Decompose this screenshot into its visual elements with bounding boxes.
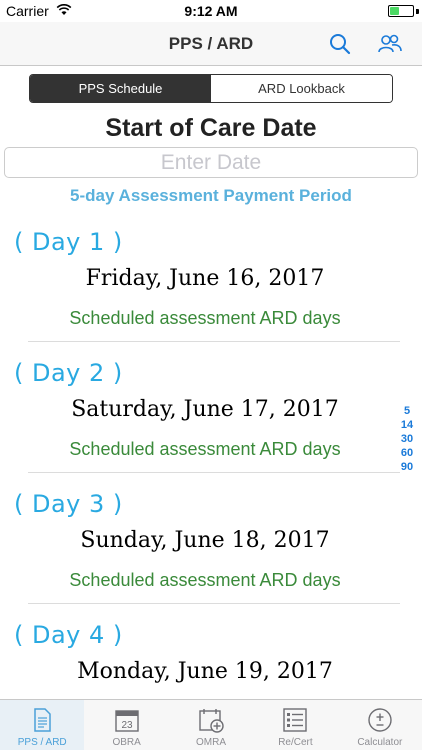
row-divider <box>28 472 400 473</box>
battery-level <box>390 7 399 15</box>
day-row[interactable]: ( Day 1 ) Friday, June 16, 2017 Schedule… <box>0 228 410 360</box>
plus-minus-icon <box>368 708 392 732</box>
day-row[interactable]: ( Day 2 ) Saturday, June 17, 2017 Schedu… <box>0 359 410 491</box>
day-scheduled-note: Scheduled assessment ARD days <box>69 570 341 590</box>
day-date: Monday, June 19, 2017 <box>77 659 333 684</box>
assessment-period-label: 5-day Assessment Payment Period <box>70 186 352 205</box>
segment-ard-lookback[interactable]: ARD Lookback <box>211 75 392 102</box>
people-icon[interactable] <box>376 30 404 58</box>
day-label: ( Day 4 ) <box>14 621 123 649</box>
list-icon <box>283 708 308 732</box>
tab-label: OMRA <box>196 737 227 748</box>
day-label: ( Day 3 ) <box>14 490 123 518</box>
segment-pps-schedule[interactable]: PPS Schedule <box>30 75 211 102</box>
schedule-segmented-control: PPS Schedule ARD Lookback <box>29 74 393 103</box>
index-item-14[interactable]: 14 <box>397 418 417 432</box>
calendar-icon: 23 <box>114 710 139 732</box>
status-bar: Carrier 9:12 AM <box>0 0 422 22</box>
tab-obra[interactable]: 23 OBRA <box>84 700 168 750</box>
index-item-5[interactable]: 5 <box>397 404 417 418</box>
day-scheduled-note: Scheduled assessment ARD days <box>69 308 341 328</box>
battery-icon <box>388 5 414 17</box>
tab-label: OBRA <box>112 737 141 748</box>
day-row[interactable]: ( Day 4 ) Monday, June 19, 2017 <box>0 621 410 699</box>
svg-text:23: 23 <box>121 720 133 731</box>
tab-bar: PPS / ARD 23 OBRA OMRA Re/Cert Calculato… <box>0 699 422 750</box>
tab-label: Calculator <box>357 737 403 748</box>
day-row[interactable]: ( Day 3 ) Sunday, June 18, 2017 Schedule… <box>0 490 410 622</box>
index-item-30[interactable]: 30 <box>397 432 417 446</box>
row-divider <box>28 603 400 604</box>
index-item-90[interactable]: 90 <box>397 460 417 474</box>
tab-pps-ard[interactable]: PPS / ARD <box>0 700 85 750</box>
search-icon[interactable] <box>326 30 354 58</box>
start-of-care-date-input[interactable] <box>4 147 418 178</box>
row-divider <box>28 341 400 342</box>
day-date: Friday, June 16, 2017 <box>85 266 325 291</box>
document-icon <box>34 708 51 732</box>
nav-bar: PPS / ARD <box>0 22 422 66</box>
index-item-60[interactable]: 60 <box>397 446 417 460</box>
day-date: Saturday, June 17, 2017 <box>71 397 339 422</box>
battery-nub <box>416 9 419 14</box>
day-scheduled-note: Scheduled assessment ARD days <box>69 439 341 459</box>
tab-label: PPS / ARD <box>17 737 67 748</box>
tab-recert[interactable]: Re/Cert <box>253 700 337 750</box>
status-time: 9:12 AM <box>184 3 238 19</box>
start-of-care-title: Start of Care Date <box>105 114 317 142</box>
tab-label: Re/Cert <box>278 737 313 748</box>
day-date: Sunday, June 18, 2017 <box>80 528 330 553</box>
day-label: ( Day 1 ) <box>14 228 123 256</box>
section-index: 5 14 30 60 90 <box>397 404 417 474</box>
tab-omra[interactable]: OMRA <box>169 700 253 750</box>
calendar-add-icon <box>199 709 224 733</box>
nav-title: PPS / ARD <box>168 34 254 53</box>
day-label: ( Day 2 ) <box>14 359 123 387</box>
tab-calculator[interactable]: Calculator <box>338 700 422 750</box>
